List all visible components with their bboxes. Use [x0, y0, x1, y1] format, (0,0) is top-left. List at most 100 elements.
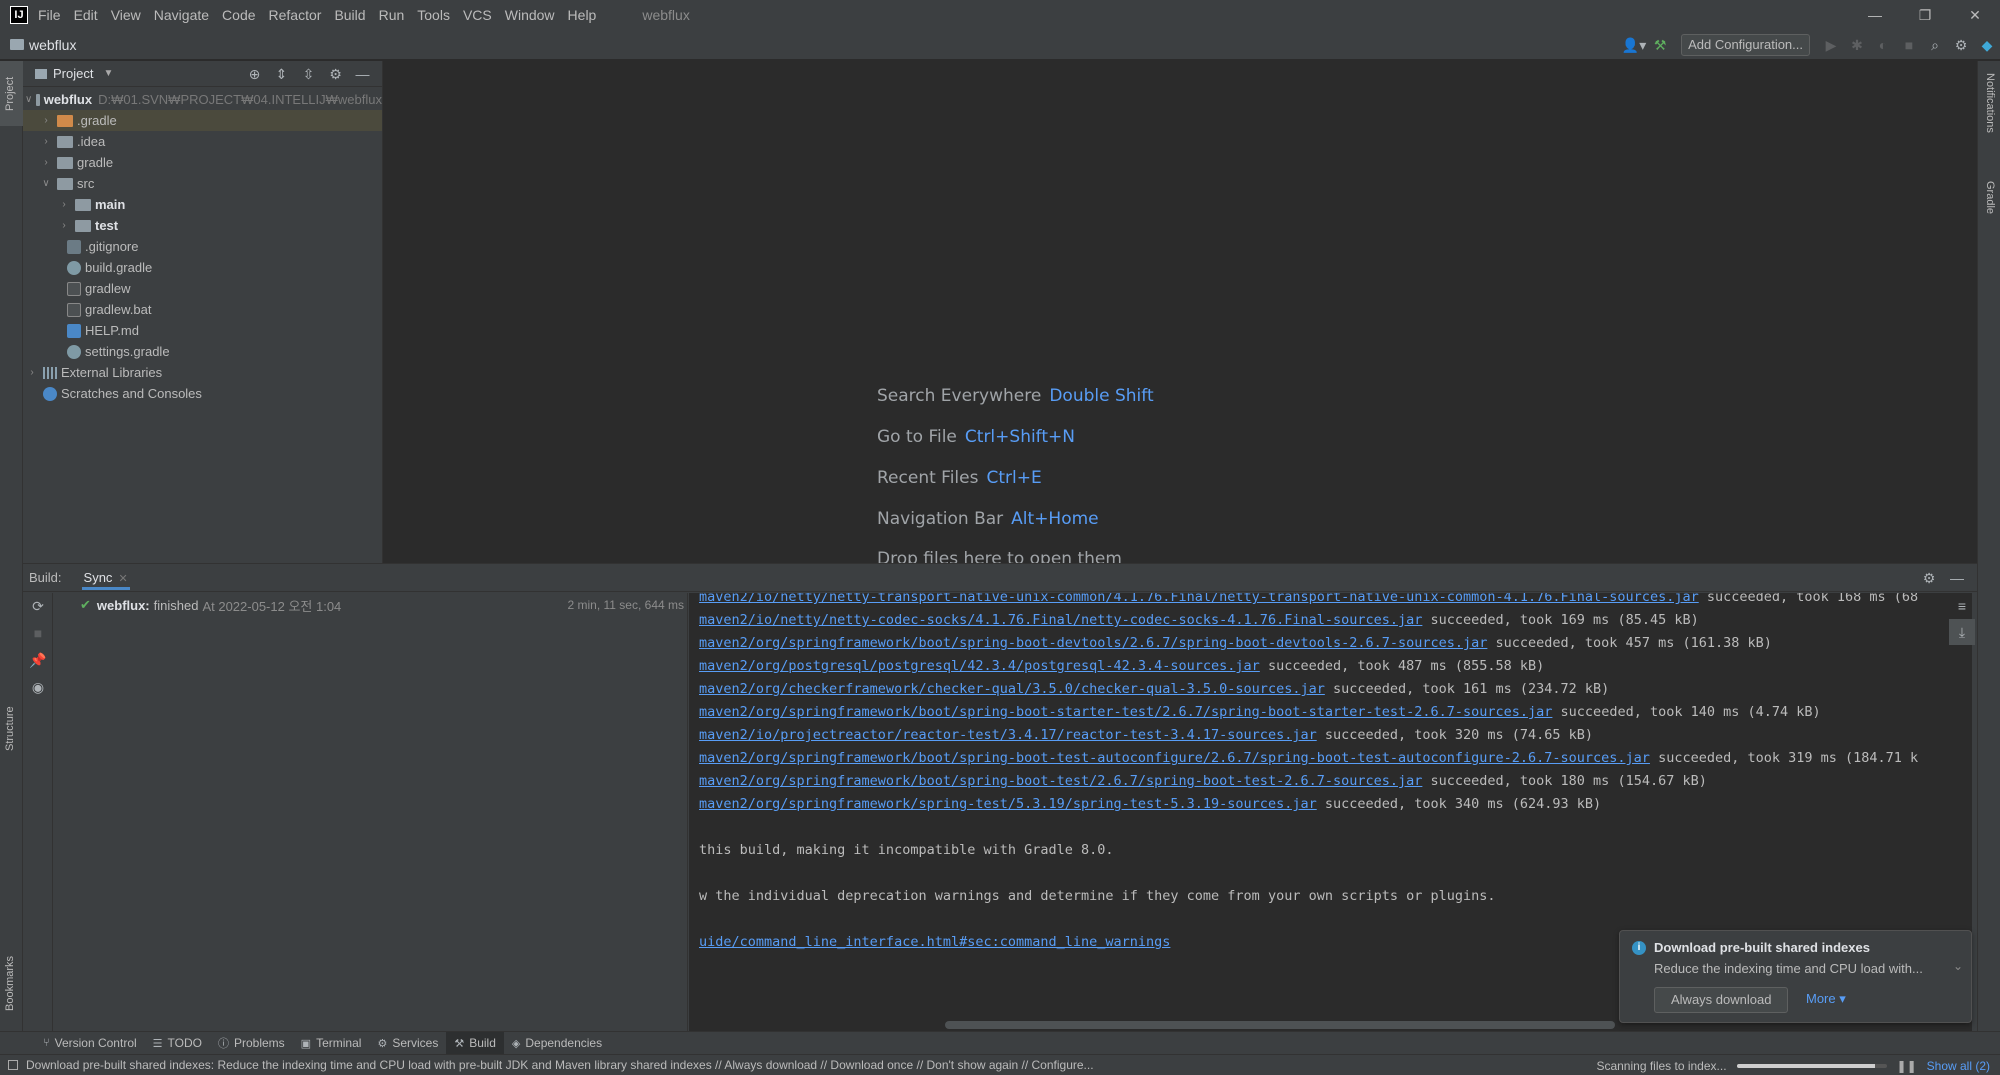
console-link[interactable]: maven2/org/checkerframework/checker-qual…	[699, 681, 1325, 697]
menu-edit[interactable]: Edit	[74, 7, 98, 23]
tree-item-label: gradlew	[85, 281, 131, 296]
console-link[interactable]: maven2/org/springframework/boot/spring-b…	[699, 773, 1422, 789]
menu-refactor[interactable]: Refactor	[269, 7, 322, 23]
editor-area[interactable]: Search Everywhere Double Shift Go to File…	[384, 61, 1977, 563]
tree-item-gradlew[interactable]: gradlew	[23, 278, 382, 299]
tree-item-gradle[interactable]: › gradle	[23, 152, 382, 173]
gear-icon[interactable]: ⚙	[1915, 567, 1943, 589]
refresh-icon[interactable]: ⟳	[23, 593, 53, 620]
tree-item-settings-gradle[interactable]: settings.gradle	[23, 341, 382, 362]
breadcrumb[interactable]: webflux	[10, 37, 76, 53]
console-link[interactable]: maven2/io/projectreactor/reactor-test/3.…	[699, 727, 1317, 743]
console-link[interactable]: maven2/org/springframework/spring-test/5…	[699, 796, 1317, 812]
tree-item-external-libraries[interactable]: › External Libraries	[23, 362, 382, 383]
collapse-all-icon[interactable]: ⇳	[295, 63, 322, 85]
stop-icon: ■	[33, 625, 43, 641]
sync-result-row[interactable]: ✔ webflux: finished At 2022-05-12 오전 1:0…	[54, 595, 688, 615]
menu-build[interactable]: Build	[334, 7, 365, 23]
menu-tools[interactable]: Tools	[417, 7, 450, 23]
indexing-status[interactable]: Scanning files to index...	[1596, 1059, 1726, 1073]
chevron-right-icon[interactable]: ›	[39, 115, 53, 126]
menu-file[interactable]: File	[38, 7, 61, 23]
console-link[interactable]: maven2/io/netty/netty-transport-native-u…	[699, 593, 1699, 605]
stripe-tab-bookmarks[interactable]: Bookmarks	[0, 936, 23, 1021]
breadcrumb-project[interactable]: webflux	[29, 37, 76, 53]
expand-all-icon[interactable]: ⇕	[268, 63, 295, 85]
search-icon[interactable]: ⌕	[1922, 32, 1948, 58]
tree-item-gitignore[interactable]: .gitignore	[23, 236, 382, 257]
soft-wrap-icon[interactable]: ≡	[1949, 593, 1975, 619]
restore-icon[interactable]: ❐	[1900, 0, 1950, 30]
add-configuration-button[interactable]: Add Configuration...	[1681, 34, 1810, 56]
project-view-selector[interactable]: Project	[53, 66, 93, 81]
tree-item-scratches[interactable]: Scratches and Consoles	[23, 383, 382, 404]
pause-icon[interactable]: ❚❚	[1897, 1059, 1917, 1073]
chevron-right-icon[interactable]: ›	[25, 367, 39, 378]
status-message[interactable]: Download pre-built shared indexes: Reduc…	[26, 1058, 1094, 1072]
tab-dependencies[interactable]: ◈ Dependencies	[504, 1032, 610, 1055]
tab-todo[interactable]: ☰ TODO	[145, 1032, 210, 1055]
tab-problems[interactable]: ⓘ Problems	[210, 1032, 293, 1055]
menu-help[interactable]: Help	[568, 7, 597, 23]
gradle-file-icon	[67, 260, 81, 275]
console-link[interactable]: maven2/io/netty/netty-codec-socks/4.1.76…	[699, 612, 1422, 628]
tree-item-label: main	[95, 197, 126, 212]
plugin-icon[interactable]: ◆	[1974, 32, 2000, 58]
console-link[interactable]: maven2/org/springframework/boot/spring-b…	[699, 635, 1487, 651]
tree-item-dot-idea[interactable]: › .idea	[23, 131, 382, 152]
more-link[interactable]: More ▾	[1806, 991, 1846, 1007]
show-all-link[interactable]: Show all (2)	[1927, 1059, 1990, 1073]
console-link[interactable]: maven2/org/postgresql/postgresql/42.3.4/…	[699, 658, 1260, 674]
locate-icon[interactable]: ⊕	[241, 63, 268, 85]
tree-item-build-gradle[interactable]: build.gradle	[23, 257, 382, 278]
toggle-tool-windows-icon[interactable]	[8, 1060, 18, 1070]
console-link[interactable]: maven2/org/springframework/boot/spring-b…	[699, 704, 1552, 720]
tab-services[interactable]: ⚙ Services	[369, 1032, 446, 1055]
tree-item-dot-gradle[interactable]: › .gradle	[23, 110, 382, 131]
gear-icon[interactable]: ⚙	[322, 63, 349, 85]
tree-item-main[interactable]: › main	[23, 194, 382, 215]
tree-item-gradlew-bat[interactable]: gradlew.bat	[23, 299, 382, 320]
stripe-tab-notifications[interactable]: Notifications	[1984, 73, 1996, 133]
settings-icon[interactable]: ⚙	[1948, 32, 1974, 58]
stripe-tab-project[interactable]: Project	[0, 61, 23, 126]
tree-item-src[interactable]: ∨ src	[23, 173, 382, 194]
always-download-button[interactable]: Always download	[1654, 987, 1789, 1013]
build-hammer-icon[interactable]: ⚒	[1647, 32, 1673, 58]
chevron-right-icon[interactable]: ›	[57, 220, 71, 231]
tab-version-control[interactable]: ⑂ Version Control	[35, 1032, 145, 1055]
minimize-icon[interactable]: —	[1850, 0, 1900, 30]
close-icon[interactable]: ✕	[1950, 0, 2000, 30]
menu-vcs[interactable]: VCS	[463, 7, 492, 23]
menu-view[interactable]: View	[111, 7, 141, 23]
chevron-down-icon[interactable]: ∨	[25, 94, 32, 105]
chevron-right-icon[interactable]: ›	[39, 136, 53, 147]
scroll-to-end-icon[interactable]: ⤓	[1949, 619, 1975, 645]
chevron-right-icon[interactable]: ›	[39, 157, 53, 168]
tab-sync[interactable]: Sync ✕	[81, 566, 130, 590]
menu-navigate[interactable]: Navigate	[154, 7, 209, 23]
tree-item-test[interactable]: › test	[23, 215, 382, 236]
tab-terminal[interactable]: ▣ Terminal	[293, 1032, 370, 1055]
user-icon[interactable]: 👤▾	[1621, 32, 1647, 58]
stripe-tab-structure[interactable]: Structure	[0, 681, 23, 761]
tree-item-help-md[interactable]: HELP.md	[23, 320, 382, 341]
console-link[interactable]: uide/command_line_interface.html#sec:com…	[699, 934, 1170, 950]
chevron-down-icon[interactable]: ∨	[39, 178, 53, 189]
chevron-right-icon[interactable]: ›	[57, 199, 71, 210]
chevron-down-icon[interactable]: ▼	[103, 68, 113, 79]
tree-root[interactable]: ∨ webflux D:₩01.SVN₩PROJECT₩04.INTELLIJ₩…	[23, 89, 382, 110]
menu-run[interactable]: Run	[379, 7, 405, 23]
menu-code[interactable]: Code	[222, 7, 255, 23]
close-tab-icon[interactable]: ✕	[118, 573, 127, 585]
eye-icon[interactable]: ◉	[23, 674, 53, 701]
console-link[interactable]: maven2/org/springframework/boot/spring-b…	[699, 750, 1650, 766]
stripe-tab-gradle[interactable]: Gradle	[1984, 181, 1996, 214]
tab-build[interactable]: ⚒ Build	[446, 1031, 504, 1055]
menu-window[interactable]: Window	[505, 7, 555, 23]
pin-icon[interactable]: 📌	[23, 647, 53, 674]
chevron-down-icon[interactable]: ⌄	[1953, 959, 1963, 973]
hide-icon[interactable]: —	[1943, 567, 1971, 589]
console-horizontal-scrollbar[interactable]	[945, 1021, 1615, 1029]
hide-icon[interactable]: —	[349, 63, 376, 85]
